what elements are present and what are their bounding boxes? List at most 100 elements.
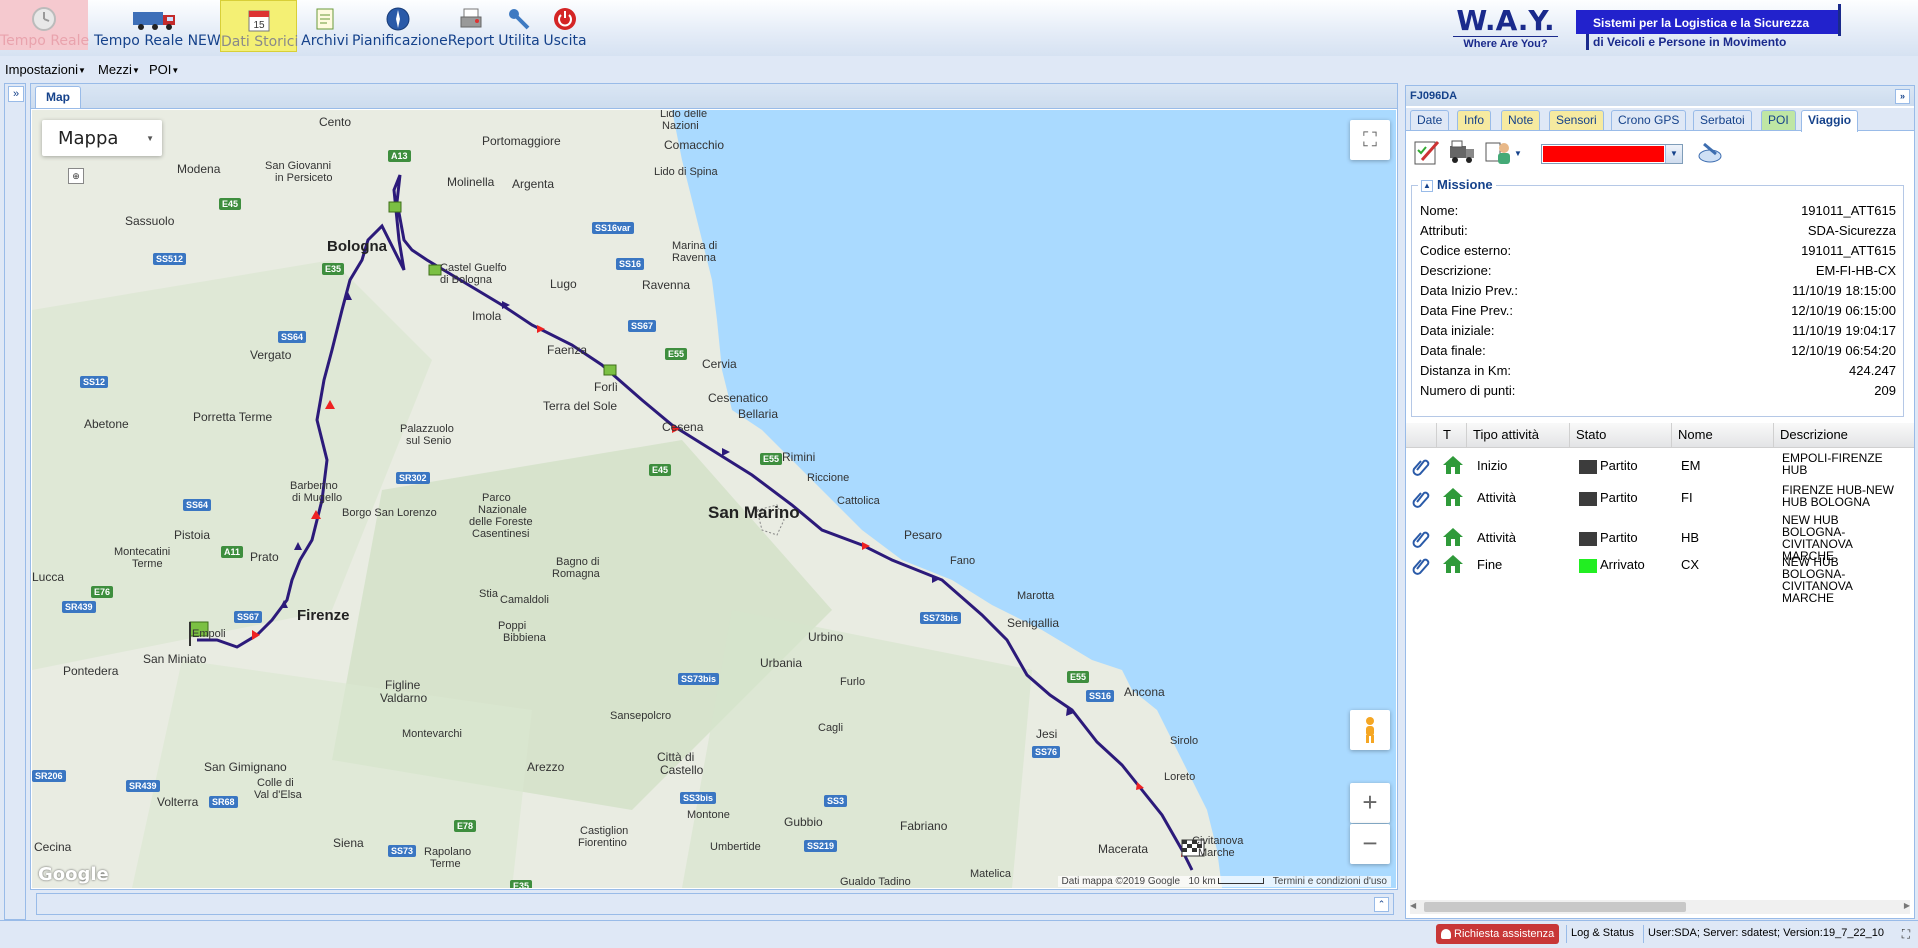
col-header-tipo[interactable]: Tipo attività xyxy=(1466,423,1569,447)
utilita-button[interactable]: Utilita xyxy=(496,0,542,50)
place-label: Volterra xyxy=(157,795,199,809)
place-label: Rapolano xyxy=(424,846,472,858)
street-view-pegman[interactable] xyxy=(1350,710,1390,750)
col-header-t[interactable]: T xyxy=(1436,423,1466,447)
driver-icon[interactable] xyxy=(1484,138,1512,166)
road-shield: SS3 xyxy=(824,795,848,807)
tab-info[interactable]: Info xyxy=(1457,110,1492,130)
map-canvas[interactable]: Cento Portomaggiore Lido delle Nazioni C… xyxy=(32,110,1396,888)
collapse-right-icon[interactable]: » xyxy=(1895,89,1910,104)
uscita-button[interactable]: Uscita xyxy=(542,0,588,50)
map-type-select[interactable]: Mappa ▼ xyxy=(42,120,162,156)
place-label: Argenta xyxy=(512,177,555,191)
menu-bar: Impostazioni▼ Mezzi▼ POI▼ xyxy=(0,57,1918,81)
grid-horizontal-scrollbar[interactable]: ◀ ▶ xyxy=(1410,900,1910,914)
terms-link[interactable]: Termini e condizioni d'uso xyxy=(1273,876,1387,887)
dati-storici-button[interactable]: 15 Dati Storici xyxy=(220,0,298,52)
erase-route-icon[interactable] xyxy=(1696,138,1724,166)
pianificazione-button[interactable]: Pianificazione xyxy=(352,0,448,50)
col-header-stato[interactable]: Stato xyxy=(1569,423,1671,447)
caret-down-icon[interactable]: ▼ xyxy=(1514,149,1522,158)
fullscreen-button[interactable]: ⛶ xyxy=(1350,120,1390,160)
paperclip-icon[interactable] xyxy=(1411,488,1431,508)
tab-viaggio[interactable]: Viaggio xyxy=(1801,110,1859,132)
paperclip-icon[interactable] xyxy=(1411,456,1431,476)
expand-window-icon[interactable]: ⛶ xyxy=(1898,926,1914,942)
richiesta-assistenza-button[interactable]: Richiesta assistenza xyxy=(1436,924,1560,944)
zoom-box-icon[interactable]: ⊕ xyxy=(68,168,84,184)
tab-poi[interactable]: POI xyxy=(1761,110,1796,130)
paperclip-icon[interactable] xyxy=(1411,555,1431,575)
row-descrizione: FIRENZE HUB-NEW HUB BOLOGNA xyxy=(1782,483,1894,509)
place-label: Cento xyxy=(319,115,352,129)
tempo-reale-button[interactable]: Tempo Reale xyxy=(0,0,89,50)
road-shield: SS219 xyxy=(804,840,838,852)
place-label: Montecatini xyxy=(114,546,171,558)
menu-poi[interactable]: POI▼ xyxy=(149,62,179,77)
scrollbar-thumb[interactable] xyxy=(1424,902,1686,912)
missione-legend[interactable]: ▲ Missione xyxy=(1418,177,1496,192)
tempo-reale-new-button[interactable]: Tempo Reale NEW xyxy=(94,0,221,50)
zoom-out-button[interactable]: − xyxy=(1350,824,1390,864)
place-label: Porretta Terme xyxy=(193,410,273,424)
missione-row: Data iniziale: 11/10/19 19:04:17 xyxy=(1420,323,1896,338)
place-label: Pontedera xyxy=(63,664,119,678)
place-label: Città di xyxy=(657,750,695,764)
place-label: Val d'Elsa xyxy=(254,789,302,801)
road-shield: SS16var xyxy=(592,222,634,234)
col-header-descrizione[interactable]: Descrizione xyxy=(1773,423,1914,447)
place-label: Ravenna xyxy=(672,252,717,264)
place-label: Montevarchi xyxy=(402,728,462,740)
tab-serbatoi[interactable]: Serbatoi xyxy=(1693,110,1752,130)
tab-map[interactable]: Map xyxy=(35,86,81,108)
place-label: Poppi xyxy=(498,620,527,632)
svg-text:15: 15 xyxy=(253,20,265,31)
expand-left-icon[interactable]: » xyxy=(8,86,24,102)
truck-config-icon[interactable] xyxy=(1448,138,1476,166)
table-row[interactable]: Attività Partito FI FIRENZE HUB-NEW HUB B… xyxy=(1406,482,1914,512)
road-shield: SS512 xyxy=(153,253,187,265)
tab-sensori[interactable]: Sensori xyxy=(1549,110,1604,130)
road-shield: SS73bis xyxy=(920,612,962,624)
place-label: Rimini xyxy=(782,450,816,464)
log-status-link[interactable]: Log & Status xyxy=(1571,927,1634,939)
menu-mezzi[interactable]: Mezzi▼ xyxy=(98,62,140,77)
menu-impostazioni[interactable]: Impostazioni▼ xyxy=(5,62,86,77)
scroll-right-icon[interactable]: ▶ xyxy=(1904,901,1910,910)
paperclip-icon[interactable] xyxy=(1411,528,1431,548)
tab-date[interactable]: Date xyxy=(1410,110,1450,130)
session-info: User:SDA; Server: sdatest; Version:19_7_… xyxy=(1648,927,1885,939)
stato-swatch xyxy=(1579,491,1597,506)
vehicle-color-select[interactable]: ▼ xyxy=(1541,144,1683,164)
place-label: Terme xyxy=(430,858,461,870)
tab-note[interactable]: Note xyxy=(1501,110,1541,130)
place-label: Loreto xyxy=(1164,771,1196,783)
road-shield: SS12 xyxy=(80,376,109,388)
logo-claim-line2: di Veicoli e Persone in Movimento xyxy=(1593,35,1787,49)
place-label: Castiglion xyxy=(580,825,629,837)
road-shield: A11 xyxy=(221,546,244,558)
collapse-up-icon[interactable]: ⌃ xyxy=(1374,897,1389,912)
col-header-nome[interactable]: Nome xyxy=(1671,423,1773,447)
place-label: Bagno di xyxy=(556,556,600,568)
stato-swatch xyxy=(1579,459,1597,474)
place-label: Macerata xyxy=(1098,842,1149,856)
edit-checklist-icon[interactable] xyxy=(1412,138,1440,166)
report-label: Report xyxy=(447,33,495,49)
road-shield: E35 xyxy=(322,263,345,275)
archivi-button[interactable]: Archivi xyxy=(300,0,350,50)
caret-down-icon: ▼ xyxy=(1665,145,1682,163)
scroll-left-icon[interactable]: ◀ xyxy=(1410,901,1416,910)
logo-brand: W.A.Y. xyxy=(1456,4,1555,37)
place-label: Pesaro xyxy=(904,528,943,542)
tab-crono-gps[interactable]: Crono GPS xyxy=(1611,110,1687,130)
uscita-label: Uscita xyxy=(543,33,587,49)
minus-icon: − xyxy=(1362,828,1378,858)
table-row[interactable]: Fine Arrivato CX NEW HUB BOLOGNA- CIVITANO… xyxy=(1406,548,1914,604)
notepad-icon xyxy=(316,8,334,30)
place-label: Bellaria xyxy=(738,407,779,421)
table-row[interactable]: Inizio Partito EM EMPOLI-FIRENZE HUB xyxy=(1406,450,1914,480)
zoom-in-button[interactable]: + xyxy=(1350,783,1390,823)
house-icon xyxy=(1443,456,1463,474)
report-button[interactable]: Report xyxy=(446,0,496,50)
